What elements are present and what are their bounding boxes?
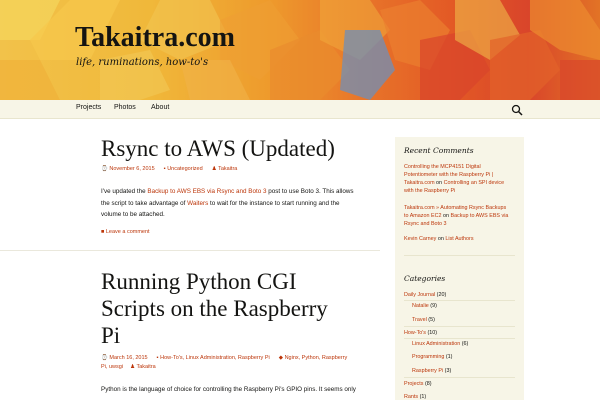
comment-author-link[interactable]: Takaitra.com: [404, 180, 435, 186]
category-item: Programming (1): [412, 354, 452, 360]
comment-icon: ■: [101, 229, 105, 235]
post-categories[interactable]: How-To's, Linux Administration, Raspberr…: [160, 355, 270, 361]
category-link[interactable]: Projects: [404, 381, 423, 387]
category-count: (6): [460, 341, 469, 347]
comment-author-link[interactable]: Takaitra.com » Automating Rsync Backups: [404, 205, 506, 211]
excerpt-text: the script to take advantage of: [101, 199, 188, 207]
tag-icon: ◆: [278, 355, 284, 361]
post-author[interactable]: Takaitra: [136, 364, 155, 370]
category-link[interactable]: Raspberry Pi: [412, 368, 443, 374]
widget-title-categories: Categories: [404, 274, 446, 283]
category-count: (3): [443, 368, 452, 374]
person-icon: ♟: [130, 364, 136, 370]
excerpt-text: to wait for the instance to start runnin…: [208, 199, 340, 207]
category-item: Travel (5): [412, 317, 435, 323]
calendar-icon: ⌚: [101, 355, 108, 361]
category-link[interactable]: Rants: [404, 394, 418, 400]
comment-author-link[interactable]: to Amazon EC2: [404, 213, 441, 219]
post-date[interactable]: March 16, 2015: [109, 355, 147, 361]
site-title[interactable]: Takaitra.com: [75, 22, 235, 54]
recent-comment-item: Controlling the MCP4151 Digital Potentio…: [404, 163, 518, 195]
comment-post-link[interactable]: Rsync and Boto 3: [404, 221, 447, 227]
category-item: Raspberry Pi (3): [412, 368, 451, 374]
post-tags[interactable]: Pi, uwsgi: [101, 364, 123, 370]
category-link[interactable]: Travel: [412, 317, 427, 323]
post-title-line: Scripts on the Raspberry: [101, 296, 328, 321]
post-excerpt: Python is the language of choice for con…: [101, 384, 376, 396]
category-divider: [404, 300, 515, 301]
widget-divider: [404, 255, 515, 256]
category-link[interactable]: Linux Administration: [412, 341, 460, 347]
post-title-line: Pi: [101, 323, 121, 348]
recent-comment-item: Takaitra.com » Automating Rsync Backups …: [404, 204, 518, 228]
post-title-line: Running Python CGI: [101, 269, 297, 294]
category-item: Rants (1): [404, 394, 426, 400]
category-item: Daily Journal (20): [404, 292, 446, 298]
post-author[interactable]: Takaitra: [218, 166, 237, 172]
category-count: (1): [418, 394, 427, 400]
person-icon: ♟: [211, 166, 217, 172]
post-title[interactable]: Running Python CGI Scripts on the Raspbe…: [101, 268, 371, 349]
category-item: Linux Administration (6): [412, 341, 468, 347]
site-description: life, ruminations, how-to's: [76, 57, 209, 68]
comment-post-link[interactable]: with the Raspberry Pi: [404, 188, 455, 194]
category-count: (9): [428, 303, 437, 309]
post-divider: [0, 250, 380, 251]
category-link[interactable]: Programming: [412, 354, 444, 360]
excerpt-text: I've updated the: [101, 188, 148, 195]
category-item: Projects (8): [404, 381, 432, 387]
post-excerpt: I've updated the Backup to AWS EBS via R…: [101, 186, 366, 221]
main-navigation: Projects Photos About: [0, 100, 600, 119]
category-count: (10): [426, 330, 438, 336]
category-link[interactable]: Natalie: [412, 303, 429, 309]
excerpt-text: Python is the language of choice for con…: [101, 386, 356, 393]
category-item: Natalie (9): [412, 303, 437, 309]
excerpt-text: post to use Boto 3. This allows: [266, 188, 354, 195]
main-content: Rsync to AWS (Updated) ⌚ November 6, 201…: [0, 120, 380, 400]
folder-icon: ▪: [156, 355, 159, 361]
category-divider: [404, 338, 515, 339]
nav-item-projects[interactable]: Projects: [76, 104, 101, 111]
category-link[interactable]: Daily Journal: [404, 292, 435, 298]
nav-item-about[interactable]: About: [151, 104, 169, 111]
comment-on-text: on: [434, 180, 444, 186]
category-count: (8): [423, 381, 432, 387]
comment-author-link[interactable]: Controlling the MCP4151 Digital: [404, 164, 481, 170]
comment-post-link[interactable]: List Authors: [445, 236, 473, 242]
post-category[interactable]: Uncategorized: [167, 166, 202, 172]
calendar-icon: ⌚: [101, 166, 108, 172]
site-header: Takaitra.com life, ruminations, how-to's: [0, 0, 600, 100]
category-count: (1): [444, 354, 453, 360]
post-tags[interactable]: Nginx, Python, Raspberry: [285, 355, 348, 361]
leave-comment-label: Leave a comment: [105, 229, 150, 235]
comment-author-link[interactable]: Potentiometer with the Raspberry Pi |: [404, 172, 493, 178]
excerpt-link-waiters[interactable]: Waiters: [187, 200, 208, 207]
search-icon[interactable]: [511, 103, 523, 116]
excerpt-link-backup[interactable]: Backup to AWS EBS via Rsync and Boto 3: [147, 188, 266, 195]
post-date[interactable]: November 6, 2015: [109, 166, 154, 172]
category-link[interactable]: How-To's: [404, 330, 426, 336]
folder-icon: ▪: [163, 166, 166, 172]
leave-comment[interactable]: ■ Leave a comment: [101, 229, 150, 235]
category-count: (20): [435, 292, 447, 298]
comment-author-link[interactable]: Kevin Carney: [404, 236, 436, 242]
post-title[interactable]: Rsync to AWS (Updated): [101, 135, 335, 162]
category-count: (5): [426, 317, 435, 323]
nav-item-photos[interactable]: Photos: [114, 104, 136, 111]
comment-post-link[interactable]: Backup to AWS EBS via: [450, 213, 508, 219]
sidebar: Recent Comments Controlling the MCP4151 …: [395, 137, 524, 400]
comment-post-link[interactable]: Controlling an SPI device: [444, 180, 505, 186]
post-meta: ⌚ March 16, 2015 ▪ How-To's, Linux Admin…: [101, 354, 361, 372]
widget-title-recent-comments: Recent Comments: [404, 146, 474, 155]
post-meta: ⌚ November 6, 2015 ▪ Uncategorized ♟ Tak…: [101, 165, 237, 174]
category-item: How-To's (10): [404, 330, 437, 336]
category-divider: [404, 377, 515, 378]
excerpt-text: volume to be attached.: [101, 211, 165, 218]
recent-comment-item: Kevin Carney on List Authors: [404, 235, 518, 243]
category-divider: [404, 326, 515, 327]
